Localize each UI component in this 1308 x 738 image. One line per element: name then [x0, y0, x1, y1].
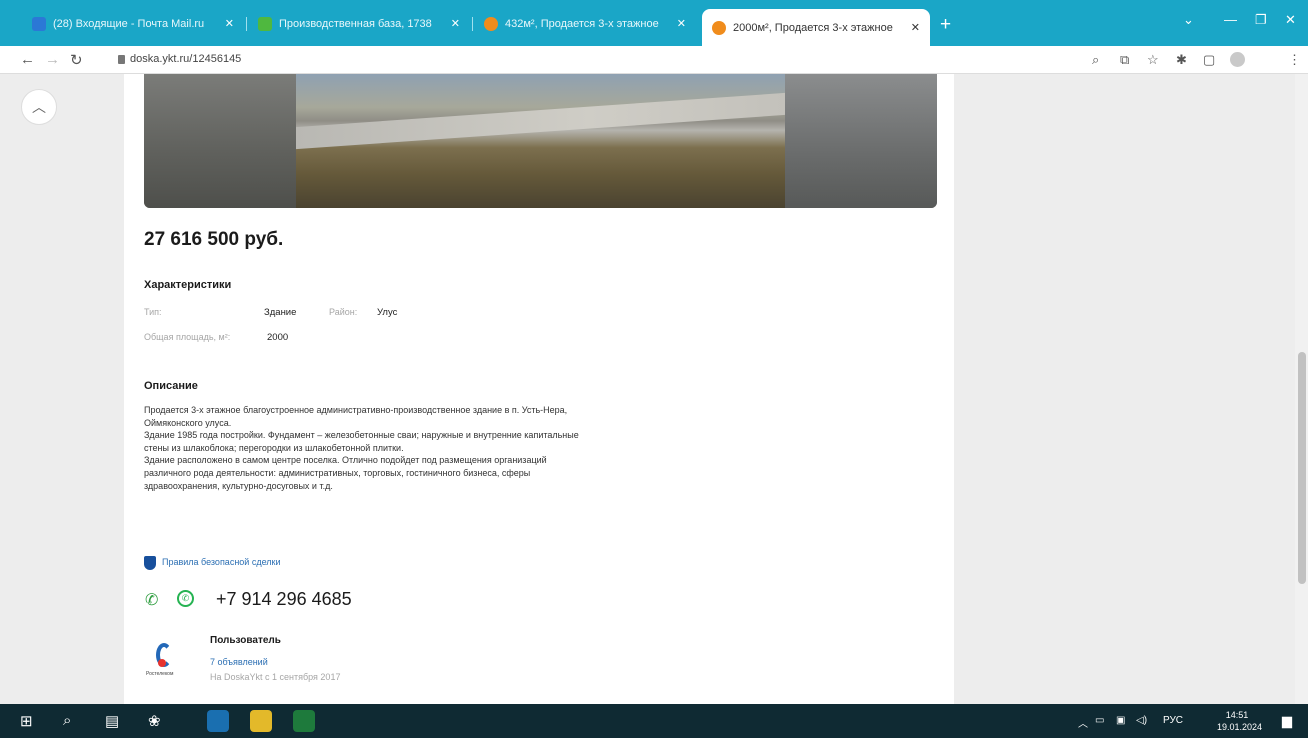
district-label: Район:	[329, 307, 358, 317]
forward-arrow-icon[interactable]: →	[45, 51, 60, 68]
language-indicator[interactable]: РУС	[1163, 715, 1183, 726]
seller-avatar[interactable]: Ростелеком	[144, 639, 184, 679]
description-line: Здание расположено в самом центре поселк…	[144, 455, 547, 466]
listing-price: 27 616 500 руб.	[144, 229, 284, 250]
address-bar[interactable]: doska.ykt.ru/12456145	[130, 53, 241, 65]
safe-deal-link[interactable]: Правила безопасной сделки	[162, 557, 281, 567]
tab-separator	[246, 17, 247, 31]
tab-title: 432м², Продается 3-х этажное	[505, 17, 659, 30]
tab-title: Производственная база, 1738	[279, 17, 432, 30]
chrome-taskbar-icon[interactable]	[207, 710, 229, 732]
windows-taskbar: ⊞ ⌕ ▤ ❀ ︿ ▭ ▣ ◁) РУС 14:51 19.01.2024 ▆	[0, 704, 1308, 738]
photo-next-blur	[785, 74, 937, 208]
seller-since: На DoskaYkt с 1 сентября 2017	[210, 672, 341, 682]
clock-time: 14:51	[1225, 710, 1249, 720]
seller-name[interactable]: Пользователь	[210, 635, 281, 646]
taskbar-clock[interactable]: 14:51 19.01.2024	[1217, 709, 1263, 733]
close-icon[interactable]: ✕	[225, 17, 234, 30]
description-line: стены из шлакоблока; перегородки из шлак…	[144, 442, 404, 453]
logo-caption: Ростелеком	[146, 671, 174, 677]
logo-dot	[158, 659, 166, 667]
volume-icon[interactable]: ◁)	[1136, 715, 1147, 726]
tab-listing-2000-active[interactable]: 2000м², Продается 3-х этажное ✕	[702, 9, 930, 46]
seller-ads-link[interactable]: 7 объявлений	[210, 657, 268, 667]
notifications-icon[interactable]: ▆	[1282, 713, 1292, 729]
chevron-up-icon: ︿	[32, 99, 46, 115]
back-arrow-icon[interactable]: ←	[20, 51, 35, 68]
share-icon[interactable]: ⧉	[1120, 52, 1129, 68]
page-viewport: ︿ 27 616 500 руб. Характеристики Тип: Зд…	[0, 74, 1295, 704]
search-icon[interactable]: ⌕	[63, 712, 71, 729]
description-line: Оймяконского улуса.	[144, 417, 232, 428]
close-icon[interactable]: ✕	[911, 21, 920, 34]
network-icon[interactable]: ▭	[1095, 715, 1104, 726]
close-icon[interactable]: ✕	[677, 17, 686, 30]
scrollbar-thumb[interactable]	[1298, 352, 1306, 584]
windows-start-icon[interactable]: ⊞	[20, 712, 33, 730]
mail-favicon-icon	[32, 16, 46, 31]
menu-dots-icon[interactable]: ⋮	[1288, 52, 1301, 68]
tray-chevron-icon[interactable]: ︿	[1078, 715, 1088, 730]
tab-production-base[interactable]: Производственная база, 1738 ✕	[248, 9, 470, 38]
zoom-icon[interactable]: ⌕	[1092, 52, 1099, 68]
bookmark-star-icon[interactable]: ☆	[1147, 52, 1159, 68]
tab-title: (28) Входящие - Почта Mail.ru	[53, 17, 205, 30]
whatsapp-icon[interactable]: ✆	[177, 590, 194, 607]
tab-separator	[472, 17, 473, 31]
app-icon[interactable]: ❀	[148, 712, 161, 730]
type-label: Тип:	[144, 307, 162, 317]
battery-icon[interactable]: ▣	[1116, 715, 1125, 726]
scroll-to-top-button[interactable]: ︿	[21, 89, 57, 125]
excel-icon[interactable]	[293, 710, 315, 732]
characteristics-title: Характеристики	[144, 279, 232, 291]
description-line: различного рода деятельности: администра…	[144, 467, 531, 478]
reload-icon[interactable]: ↻	[70, 51, 83, 69]
close-icon[interactable]: ✕	[451, 17, 460, 30]
task-view-icon[interactable]: ▤	[105, 712, 119, 730]
close-window-button[interactable]: ✕	[1285, 12, 1296, 28]
site-favicon-icon	[258, 16, 272, 31]
photo-prev-blur	[144, 74, 296, 208]
tab-listing-432[interactable]: 432м², Продается 3-х этажное ✕	[474, 9, 696, 38]
district-value: Улус	[377, 307, 398, 318]
shield-icon	[144, 556, 156, 570]
doska-favicon-icon	[712, 20, 726, 35]
chevron-down-icon[interactable]: ⌄	[1183, 12, 1194, 28]
phone-number[interactable]: +7 914 296 4685	[216, 589, 352, 610]
browser-tab-strip: (28) Входящие - Почта Mail.ru ✕ Производ…	[0, 0, 1308, 46]
new-tab-button[interactable]: +	[940, 14, 951, 36]
area-value: 2000	[267, 332, 289, 343]
listing-card: 27 616 500 руб. Характеристики Тип: Здан…	[124, 74, 954, 704]
description-text: Продается 3-х этажное благоустроенное ад…	[144, 404, 744, 492]
file-explorer-icon[interactable]	[250, 710, 272, 732]
clock-date: 19.01.2024	[1217, 722, 1263, 732]
description-title: Описание	[144, 380, 198, 392]
description-line: здравоохранения, культурно-досуговых и т…	[144, 480, 333, 491]
phone-icon[interactable]: ✆	[145, 590, 158, 610]
profile-avatar[interactable]	[1230, 52, 1245, 67]
type-value: Здание	[264, 307, 297, 318]
doska-favicon-icon	[484, 16, 498, 31]
description-line: Продается 3-х этажное благоустроенное ад…	[144, 405, 568, 415]
lock-icon	[118, 55, 125, 64]
minimize-button[interactable]: —	[1224, 12, 1237, 27]
area-label: Общая площадь, м²:	[144, 332, 231, 342]
extensions-icon[interactable]: ✱	[1176, 52, 1187, 68]
browser-toolbar: ← → ↻ doska.ykt.ru/12456145 ⌕ ⧉ ☆ ✱ ▢ ⋮	[0, 46, 1308, 74]
description-line: Здание 1985 года постройки. Фундамент – …	[144, 430, 579, 441]
side-panel-icon[interactable]: ▢	[1203, 52, 1215, 68]
maximize-button[interactable]: ❐	[1255, 12, 1267, 28]
tab-title: 2000м², Продается 3-х этажное	[733, 21, 893, 34]
listing-photo-gallery[interactable]	[144, 74, 937, 208]
tab-mail[interactable]: (28) Входящие - Почта Mail.ru ✕	[22, 9, 244, 38]
